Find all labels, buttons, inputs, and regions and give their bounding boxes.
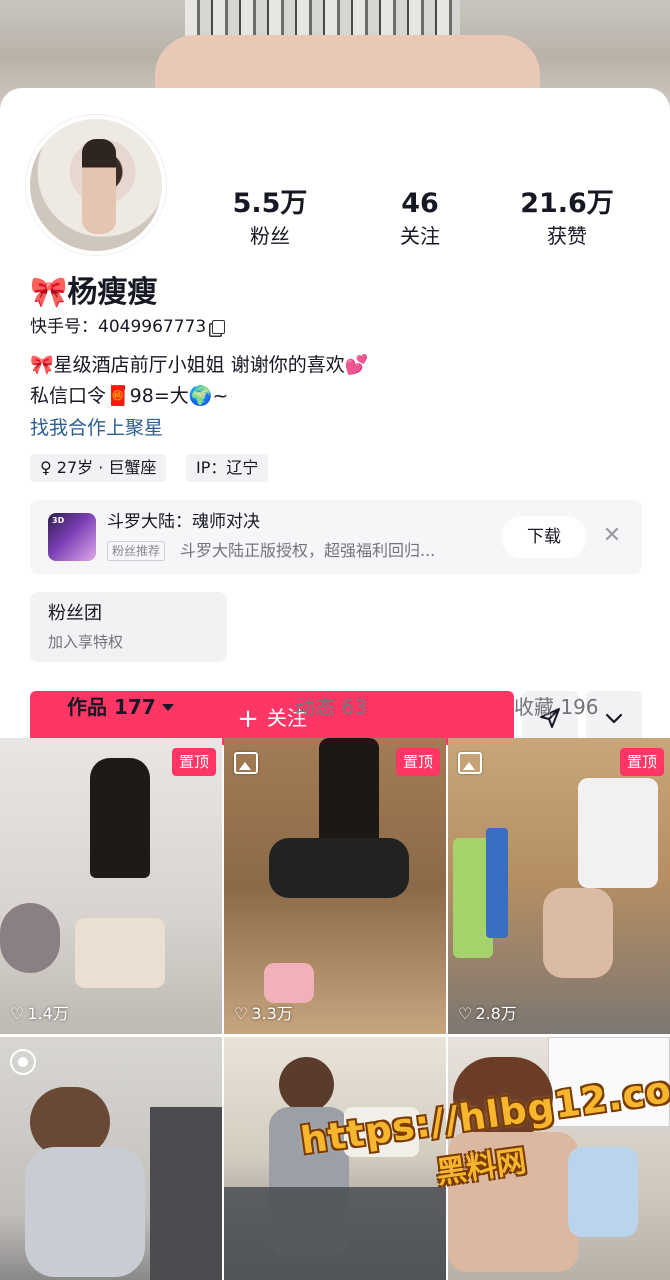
avatar-figure [82, 139, 116, 234]
fan-club-card[interactable]: 粉丝团 加入享特权 [30, 592, 227, 662]
like-count: ♡ 2.8万 [458, 1004, 517, 1024]
heart-icon: ♡ [458, 1004, 473, 1023]
heart-icon: ♡ [234, 1004, 249, 1023]
like-count-value: 2.8万 [475, 1004, 517, 1023]
tag-age: ♀ 27岁 · 巨蟹座 [30, 454, 167, 482]
grid-item[interactable] [0, 1037, 222, 1280]
stat-likes-value: 21.6万 [520, 188, 614, 219]
thumbnail-legs [543, 888, 613, 978]
ad-thumb-badge: 3D [52, 516, 65, 525]
stat-fans-value: 5.5万 [232, 188, 308, 219]
album-icon [234, 752, 258, 774]
bio: 🎀星级酒店前厅小姐姐 谢谢你的喜欢💕 私信口令🧧98=大🌍~ [30, 350, 368, 412]
ks-id-value: 4049967773 [98, 317, 207, 337]
thumbnail-slippers [264, 963, 314, 1003]
stat-following-value: 46 [401, 188, 439, 219]
thumbnail-legs [269, 838, 409, 898]
thumbnail-skirt [75, 918, 165, 988]
stat-fans-label: 粉丝 [250, 224, 290, 248]
content-tabs: 作品 177 动态 63 收藏 196 [0, 685, 670, 733]
fan-club-subtitle: 加入享特权 [48, 633, 124, 651]
tab-favorites[interactable]: 收藏 196 [514, 693, 599, 721]
ad-title: 斗罗大陆：魂师对决 [107, 512, 260, 532]
tab-works-label: 作品 177 [67, 695, 156, 719]
thumbnail-figure [25, 1147, 145, 1277]
close-icon[interactable]: ✕ [600, 524, 624, 548]
pinned-badge: 置顶 [619, 748, 664, 776]
grid-item[interactable]: 置顶 ♡ 1.4万 [0, 738, 222, 1034]
thumbnail-figure [578, 778, 658, 888]
stats-row: 5.5万 粉丝 46 关注 21.6万 获赞 [200, 188, 670, 252]
pinned-badge: 置顶 [395, 748, 440, 776]
thumbnail-towel-blue [486, 828, 508, 938]
stat-following[interactable]: 46 关注 [350, 188, 490, 248]
thumbnail-sofa [150, 1107, 222, 1280]
stat-fans[interactable]: 5.5万 粉丝 [200, 188, 340, 248]
like-count: ♡ 3.3万 [234, 1004, 293, 1024]
tab-works[interactable]: 作品 177 [67, 693, 174, 721]
like-count-value: 1.4万 [27, 1004, 69, 1023]
profile-name: 🎀杨瘦瘦 [30, 275, 158, 310]
thumbnail-object [0, 903, 60, 973]
bio-line-2: 私信口令🧧98=大🌍~ [30, 385, 229, 407]
stat-likes-label: 获赞 [547, 224, 587, 248]
copy-icon[interactable] [212, 320, 226, 334]
pinned-badge: 置顶 [171, 748, 216, 776]
stat-following-label: 关注 [400, 224, 440, 248]
fan-club-title: 粉丝团 [48, 603, 102, 624]
like-count-value: 3.3万 [251, 1004, 293, 1023]
grid-item[interactable]: 置顶 ♡ 3.3万 [224, 738, 446, 1034]
ad-description: 斗罗大陆正版授权，超强福利回归... [180, 541, 436, 560]
ad-recommend-badge: 粉丝推荐 [107, 541, 166, 561]
ad-download-button[interactable]: 下载 [501, 516, 587, 558]
thumbnail-figure [90, 758, 150, 878]
tag-ip: IP：辽宁 [186, 454, 269, 482]
stat-likes[interactable]: 21.6万 获赞 [497, 188, 637, 248]
bio-line-1: 🎀星级酒店前厅小姐姐 谢谢你的喜欢💕 [30, 354, 369, 376]
thumbnail-hair [279, 1057, 334, 1112]
album-icon [458, 752, 482, 774]
tab-moments[interactable]: 动态 63 [295, 693, 367, 721]
avatar[interactable] [26, 115, 166, 255]
ks-id-label: 快手号： [30, 317, 98, 337]
live-icon [10, 1049, 36, 1075]
coop-link[interactable]: 找我合作上聚星 [30, 415, 163, 441]
cover-figure [155, 35, 540, 95]
ad-game-icon: 3D [48, 513, 96, 561]
ks-id-row[interactable]: 快手号：4049967773 [30, 316, 226, 338]
heart-icon: ♡ [10, 1004, 25, 1023]
grid-item[interactable]: 置顶 ♡ 2.8万 [448, 738, 670, 1034]
like-count: ♡ 1.4万 [10, 1004, 69, 1024]
caret-down-icon [161, 704, 174, 711]
ad-banner[interactable]: 3D 斗罗大陆：魂师对决 粉丝推荐 斗罗大陆正版授权，超强福利回归... 下载 … [30, 500, 642, 574]
